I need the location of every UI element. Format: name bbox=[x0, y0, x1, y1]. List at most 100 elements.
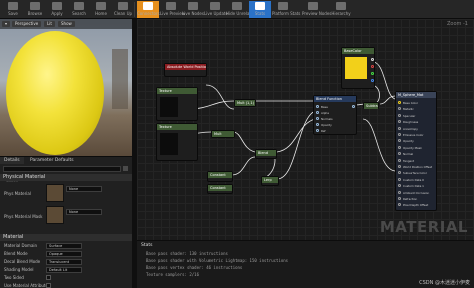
lerp-node[interactable]: Lerp bbox=[261, 176, 279, 186]
output-pin-label: Tangent bbox=[403, 158, 415, 163]
hide-unrelated-button[interactable]: Hide Unrelated bbox=[226, 1, 256, 18]
refresh-icon bbox=[210, 2, 220, 10]
multiply-node-a[interactable]: Mult (1,1) bbox=[234, 99, 256, 107]
texture-sample-node-b[interactable]: Texture bbox=[156, 123, 198, 161]
home-button[interactable]: Home bbox=[90, 1, 112, 18]
multiply-node-b[interactable]: Mult bbox=[211, 130, 235, 138]
stats-panel: Stats Base pass shader: 130 instructions… bbox=[137, 240, 474, 288]
connectors-button[interactable]: Connectors bbox=[137, 1, 160, 18]
output-pin[interactable] bbox=[398, 126, 401, 130]
material-function-title: Blend Function bbox=[314, 96, 356, 102]
output-pin[interactable] bbox=[398, 197, 401, 200]
output-pin[interactable] bbox=[398, 171, 401, 175]
two-sided-label: Two Sided bbox=[4, 275, 24, 280]
output-pin-label: Metallic bbox=[403, 107, 414, 112]
output-pin-label: Ambient Occlusion bbox=[403, 190, 430, 195]
log-line: Texture samplers: 2/16 bbox=[146, 272, 199, 277]
cleanup-button[interactable]: Clean Up bbox=[112, 1, 134, 18]
decal-blend-mode-dropdown[interactable]: Translucent bbox=[46, 259, 82, 265]
output-pin[interactable] bbox=[398, 133, 401, 136]
wire bbox=[362, 118, 396, 172]
platform-stats-button[interactable]: Platform Stats bbox=[272, 1, 300, 18]
search-button[interactable]: Search bbox=[68, 1, 90, 18]
phys-material-thumbnail[interactable] bbox=[46, 184, 64, 202]
output-pin-label: Custom Data 1 bbox=[403, 184, 424, 189]
hide-icon bbox=[232, 2, 242, 10]
tab-details[interactable]: Details bbox=[0, 157, 24, 164]
details-search-input[interactable]: Search bbox=[3, 166, 121, 183]
material-function-node[interactable]: Blend Function Base Alpha Normals Opacit… bbox=[313, 95, 357, 135]
wire bbox=[372, 61, 396, 100]
material-output-node[interactable]: M_Sphere_Mat Base Color Metallic Specular R… bbox=[395, 91, 437, 211]
hierarchy-button[interactable]: Hierarchy bbox=[330, 1, 352, 18]
plug-icon bbox=[143, 2, 153, 10]
live-nodes-button[interactable]: Live Nodes bbox=[182, 1, 204, 18]
details-panel: Details Parameter Defaults Search Physic… bbox=[0, 156, 132, 288]
constant-node-b[interactable]: Constant bbox=[207, 184, 233, 194]
absolute-world-position-node[interactable]: Absolute World Position bbox=[164, 63, 207, 77]
output-pin-label: Base Color bbox=[403, 101, 419, 105]
output-pin-label: Opacity Mask bbox=[403, 145, 422, 150]
texture-sample-node-a[interactable]: Texture bbox=[156, 87, 198, 121]
save-button[interactable]: Save bbox=[2, 1, 24, 18]
hierarchy-icon bbox=[336, 2, 346, 10]
preview-nodes-button[interactable]: Preview Nodes bbox=[302, 1, 331, 18]
output-pin-label: World Position Offset bbox=[403, 165, 433, 169]
phys-mask-thumbnail[interactable] bbox=[46, 206, 64, 224]
output-pin[interactable] bbox=[398, 165, 401, 168]
wire bbox=[276, 118, 316, 153]
viewport-lit-button[interactable]: Lit bbox=[44, 21, 55, 27]
output-pin[interactable] bbox=[398, 184, 401, 188]
shading-model-dropdown[interactable]: Default Lit bbox=[46, 267, 82, 273]
stats-tab[interactable]: Stats bbox=[141, 243, 153, 248]
output-pin[interactable] bbox=[398, 190, 401, 194]
two-sided-checkbox[interactable] bbox=[46, 275, 51, 280]
output-pin[interactable] bbox=[398, 145, 401, 149]
blend-node[interactable]: Blend bbox=[255, 149, 277, 159]
physical-material-category[interactable]: Physical Material bbox=[0, 174, 132, 181]
output-pin-label: Refraction bbox=[403, 197, 418, 201]
material-graph[interactable]: Zoom -1 MATERIAL Absolute World Position… bbox=[137, 19, 474, 240]
output-pin[interactable] bbox=[398, 107, 401, 111]
output-pin[interactable] bbox=[398, 177, 401, 181]
output-pin[interactable] bbox=[398, 101, 401, 104]
output-pin[interactable] bbox=[398, 203, 401, 207]
log-line: Base pass shader: 130 instructions bbox=[146, 251, 228, 256]
output-pin-label: Custom Data 0 bbox=[403, 177, 424, 182]
phys-mask-dropdown[interactable]: None bbox=[66, 209, 102, 215]
material-domain-dropdown[interactable]: Surface bbox=[46, 243, 82, 249]
viewport-options-button[interactable]: ▾ bbox=[2, 21, 11, 27]
output-pin-label: Normal bbox=[403, 152, 414, 157]
live-update-button[interactable]: Live Update bbox=[204, 1, 228, 18]
eye-icon[interactable] bbox=[123, 166, 128, 171]
output-pin[interactable] bbox=[398, 113, 401, 117]
output-pin-label: Opacity bbox=[403, 139, 414, 144]
broom-icon bbox=[118, 2, 128, 10]
viewport-mode-button[interactable]: Perspective bbox=[12, 21, 42, 27]
tab-parameter-defaults[interactable]: Parameter Defaults bbox=[26, 157, 78, 164]
output-pin[interactable] bbox=[398, 139, 401, 143]
output-pin-label: Subsurface Color bbox=[403, 171, 427, 176]
live-preview-button[interactable]: Live Preview bbox=[160, 1, 185, 18]
material-category[interactable]: Material bbox=[0, 234, 132, 241]
output-pin[interactable] bbox=[398, 158, 401, 162]
blend-mode-dropdown[interactable]: Opaque bbox=[46, 251, 82, 257]
basecolor-vector-node[interactable]: BaseColor bbox=[341, 47, 375, 89]
home-icon bbox=[96, 2, 106, 10]
stats-button[interactable]: Stats bbox=[249, 1, 271, 18]
output-pin[interactable] bbox=[398, 120, 401, 124]
output-pin-label: Anisotropy bbox=[403, 126, 418, 131]
subtract-node[interactable]: Subtract bbox=[363, 102, 379, 109]
constant-node-a[interactable]: Constant bbox=[207, 171, 233, 182]
blend-mode-label: Blend Mode bbox=[4, 251, 28, 256]
use-material-attributes-checkbox[interactable] bbox=[46, 283, 51, 288]
apply-button[interactable]: Apply bbox=[46, 1, 68, 18]
phys-material-dropdown[interactable]: None bbox=[66, 186, 102, 192]
preview-viewport[interactable]: ▾ Perspective Lit Show bbox=[0, 19, 132, 156]
eye-icon bbox=[308, 2, 318, 10]
node-icon bbox=[188, 2, 198, 10]
viewport-show-button[interactable]: Show bbox=[58, 21, 75, 27]
output-pin[interactable] bbox=[398, 152, 401, 156]
browse-button[interactable]: Browse bbox=[24, 1, 46, 18]
chart-icon bbox=[278, 2, 288, 10]
